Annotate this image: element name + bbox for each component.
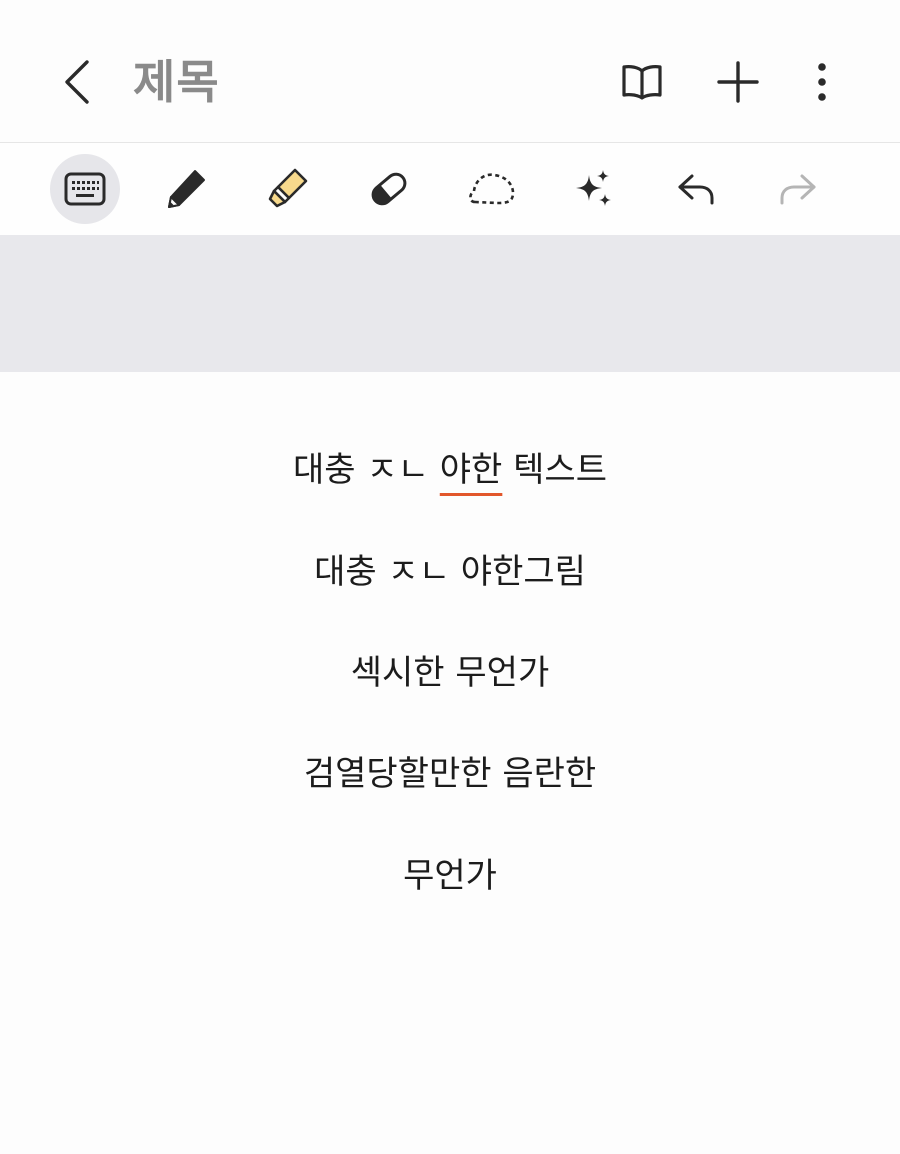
plus-icon <box>717 61 759 103</box>
highlighter-tool[interactable] <box>253 154 323 224</box>
eraser-tool[interactable] <box>354 154 424 224</box>
top-app-bar: 제목 <box>0 0 900 142</box>
sparkle-icon <box>576 170 611 206</box>
note-line-text: 텍스트 <box>502 450 607 490</box>
back-button[interactable] <box>52 52 104 112</box>
spellcheck-underlined-word[interactable]: 야한 <box>440 450 503 490</box>
page-gap <box>0 235 900 372</box>
keyboard-icon <box>64 172 106 206</box>
chevron-left-icon <box>65 60 89 104</box>
add-page-button[interactable] <box>708 52 768 112</box>
redo-icon <box>780 174 816 205</box>
note-line[interactable]: 섹시한 무언가 <box>0 648 900 698</box>
pen-tool[interactable] <box>151 154 221 224</box>
note-line[interactable]: 대충 ㅈㄴ 야한그림 <box>0 547 900 597</box>
undo-icon <box>678 174 714 205</box>
note-line[interactable]: 무언가 <box>0 851 900 901</box>
book-open-icon <box>622 65 662 100</box>
note-line[interactable]: 검열당할만한 음란한 <box>0 749 900 799</box>
page-title[interactable]: 제목 <box>133 50 220 114</box>
redo-button[interactable] <box>763 154 833 224</box>
note-editor-screen: 제목 대충 ㅈㄴ 야한 텍스트 대충 ㅈㄴ 야한그림 섹시한 무언가 검열당할만… <box>0 0 900 1154</box>
lasso-icon <box>469 173 515 205</box>
eraser-icon <box>371 172 407 206</box>
undo-button[interactable] <box>661 154 731 224</box>
drawing-toolbar <box>0 143 900 235</box>
more-options-button[interactable] <box>792 52 852 112</box>
highlighter-icon <box>268 168 308 208</box>
keyboard-tool[interactable] <box>50 154 120 224</box>
pen-icon <box>168 170 205 208</box>
note-line-text: 대충 ㅈㄴ <box>293 450 440 490</box>
reading-mode-button[interactable] <box>612 52 672 112</box>
lasso-tool[interactable] <box>457 154 527 224</box>
ai-assist-tool[interactable] <box>559 154 629 224</box>
note-line[interactable]: 대충 ㅈㄴ 야한 텍스트 <box>0 445 900 495</box>
more-vertical-icon <box>818 63 826 101</box>
note-page[interactable]: 대충 ㅈㄴ 야한 텍스트 대충 ㅈㄴ 야한그림 섹시한 무언가 검열당할만한 음… <box>0 372 900 1154</box>
